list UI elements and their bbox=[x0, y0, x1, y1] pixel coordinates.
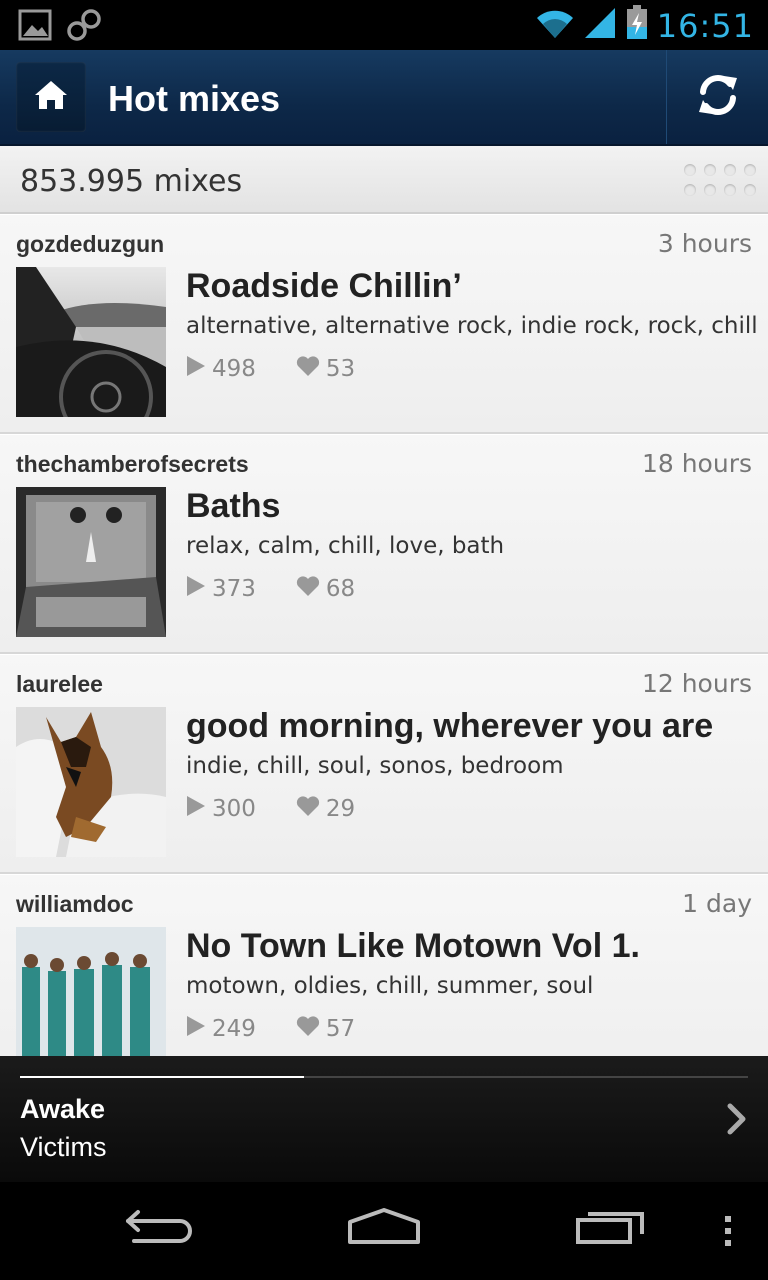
home-button[interactable] bbox=[16, 62, 86, 132]
mix-tags: relax, calm, chill, love, bath bbox=[186, 533, 505, 559]
infinity-notification-icon bbox=[66, 8, 102, 47]
system-nav-bar bbox=[0, 1182, 768, 1280]
play-count: 498 bbox=[212, 356, 256, 382]
play-count: 300 bbox=[212, 796, 256, 822]
like-count: 53 bbox=[325, 356, 356, 382]
back-icon[interactable] bbox=[124, 1206, 194, 1251]
like-count-icon bbox=[296, 795, 320, 823]
mix-tags: alternative, alternative rock, indie roc… bbox=[186, 313, 758, 339]
battery-charging-icon bbox=[625, 5, 649, 46]
like-count: 68 bbox=[325, 576, 356, 602]
playback-progress[interactable] bbox=[20, 1076, 748, 1078]
now-playing-bar[interactable]: Awake Victims bbox=[0, 1056, 768, 1182]
mix-user[interactable]: gozdeduzgun bbox=[16, 231, 164, 258]
play-count-icon bbox=[186, 1015, 206, 1043]
clock: 16:51 bbox=[656, 6, 754, 45]
like-count-icon bbox=[296, 355, 320, 383]
mix-stats: 373 68 bbox=[186, 575, 395, 603]
mix-time: 3 hours bbox=[657, 229, 752, 258]
mix-time: 18 hours bbox=[641, 449, 752, 478]
refresh-button[interactable] bbox=[666, 50, 768, 144]
page-title: Hot mixes bbox=[108, 78, 281, 119]
now-playing-track: Awake bbox=[20, 1094, 106, 1124]
mix-title[interactable]: good morning, wherever you are bbox=[186, 707, 713, 746]
mix-count-bar: 853.995 mixes bbox=[0, 146, 768, 214]
play-count-icon bbox=[186, 795, 206, 823]
like-count-icon bbox=[296, 575, 320, 603]
chevron-right-icon[interactable] bbox=[726, 1102, 748, 1141]
mix-stats: 249 57 bbox=[186, 1015, 395, 1043]
like-count: 29 bbox=[325, 796, 356, 822]
list-item[interactable]: laurelee 12 hours good morning, wherever… bbox=[0, 654, 768, 874]
home-icon bbox=[33, 79, 69, 116]
list-item[interactable]: williamdoc 1 day No Town Like Motown Vol… bbox=[0, 874, 768, 1056]
mix-title[interactable]: Baths bbox=[186, 487, 280, 526]
mix-title[interactable]: No Town Like Motown Vol 1. bbox=[186, 927, 640, 966]
mix-cover-image bbox=[16, 707, 166, 857]
mix-title[interactable]: Roadside Chillin’ bbox=[186, 267, 462, 306]
mix-time: 12 hours bbox=[641, 669, 752, 698]
home-nav-icon[interactable] bbox=[346, 1206, 422, 1251]
image-notification-icon bbox=[18, 9, 52, 46]
grip-handle-icon[interactable] bbox=[684, 164, 756, 196]
mix-tags: motown, oldies, chill, summer, soul bbox=[186, 973, 594, 999]
now-playing-artist: Victims bbox=[20, 1132, 107, 1162]
mix-user[interactable]: laurelee bbox=[16, 671, 103, 698]
mix-user[interactable]: williamdoc bbox=[16, 891, 134, 918]
refresh-icon bbox=[695, 72, 741, 123]
play-count-icon bbox=[186, 575, 206, 603]
cell-signal-icon bbox=[583, 6, 617, 45]
list-item[interactable]: thechamberofsecrets 18 hours Baths relax… bbox=[0, 434, 768, 654]
like-count-icon bbox=[296, 1015, 320, 1043]
mix-stats: 300 29 bbox=[186, 795, 395, 823]
status-bar: 16:51 bbox=[0, 0, 768, 50]
like-count: 57 bbox=[325, 1016, 356, 1042]
playback-progress-fill bbox=[20, 1076, 304, 1078]
mix-user[interactable]: thechamberofsecrets bbox=[16, 451, 249, 478]
mix-cover-image bbox=[16, 487, 166, 637]
recent-apps-icon[interactable] bbox=[574, 1206, 646, 1251]
mix-count: 853.995 mixes bbox=[20, 164, 243, 199]
wifi-icon bbox=[535, 6, 575, 45]
menu-icon[interactable] bbox=[722, 1214, 734, 1253]
mix-cover-image bbox=[16, 267, 166, 417]
action-bar: Hot mixes bbox=[0, 50, 768, 146]
play-count: 373 bbox=[212, 576, 256, 602]
mix-list[interactable]: gozdeduzgun 3 hours Roadside Chillin’ al… bbox=[0, 214, 768, 1056]
mix-stats: 498 53 bbox=[186, 355, 395, 383]
list-item[interactable]: gozdeduzgun 3 hours Roadside Chillin’ al… bbox=[0, 214, 768, 434]
play-count: 249 bbox=[212, 1016, 256, 1042]
mix-cover-image bbox=[16, 927, 166, 1056]
mix-tags: indie, chill, soul, sonos, bedroom bbox=[186, 753, 564, 779]
mix-time: 1 day bbox=[682, 889, 752, 918]
play-count-icon bbox=[186, 355, 206, 383]
